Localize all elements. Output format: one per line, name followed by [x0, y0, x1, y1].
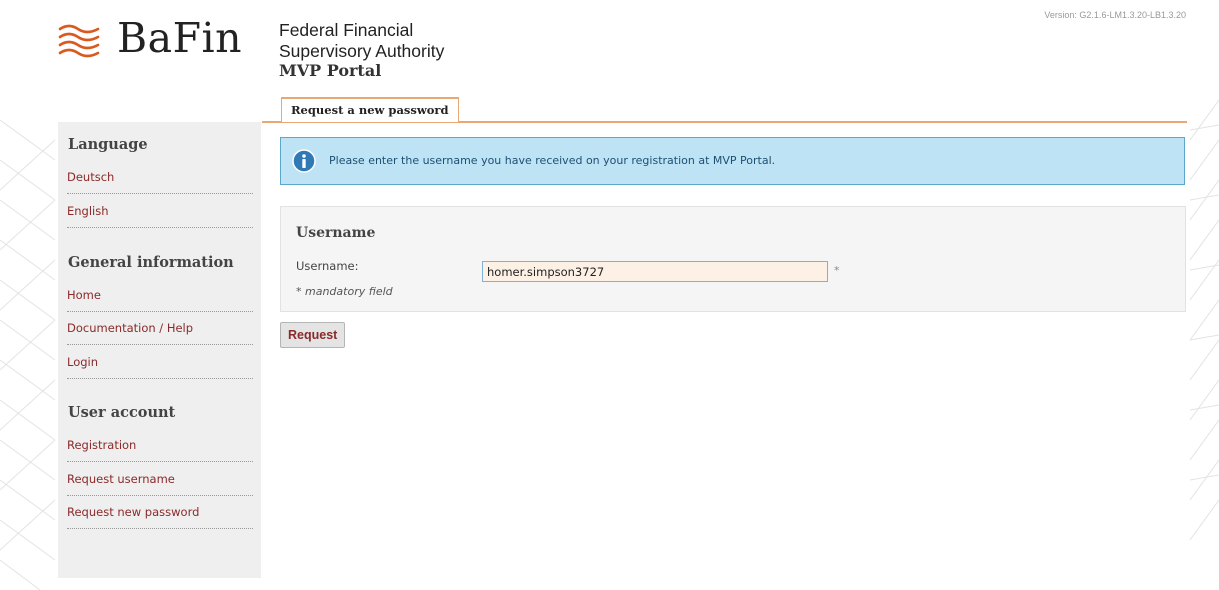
tab-bar: Request a new password [262, 97, 1187, 123]
org-name-line1: Federal Financial [279, 20, 414, 40]
org-name-line2: Supervisory Authority [279, 41, 445, 61]
required-marker: * [834, 264, 840, 277]
sidebar-heading-user-account: User account [68, 404, 176, 421]
info-icon [292, 149, 316, 173]
section-heading-username: Username [296, 225, 376, 241]
sidebar-item-documentation[interactable]: Documentation / Help [67, 321, 253, 345]
sidebar-item-deutsch[interactable]: Deutsch [67, 170, 253, 194]
sidebar-item-request-username[interactable]: Request username [67, 472, 253, 496]
bafin-logo: BaFin [57, 14, 247, 68]
sidebar-heading-general: General information [68, 254, 234, 271]
eagle-wave-icon [58, 24, 100, 58]
sidebar-item-english[interactable]: English [67, 204, 253, 228]
sidebar-item-request-new-password[interactable]: Request new password [67, 505, 253, 529]
info-text: Please enter the username you have recei… [329, 154, 776, 167]
version-label: Version: G2.1.6-LM1.3.20-LB1.3.20 [1044, 10, 1186, 20]
tab-request-new-password[interactable]: Request a new password [281, 97, 459, 122]
username-input[interactable] [482, 261, 828, 282]
username-label: Username: [296, 259, 359, 273]
sidebar-item-home[interactable]: Home [67, 288, 253, 312]
portal-title: MVP Portal [279, 61, 382, 80]
username-panel: Username Username: * * mandatory field [280, 206, 1186, 312]
sidebar-item-login[interactable]: Login [67, 355, 253, 379]
sidebar-item-registration[interactable]: Registration [67, 438, 253, 462]
sidebar: Language Deutsch English General informa… [58, 122, 261, 578]
info-message: Please enter the username you have recei… [280, 137, 1185, 185]
sidebar-heading-language: Language [68, 136, 148, 153]
logo-text: BaFin [117, 14, 243, 62]
request-button[interactable]: Request [280, 322, 346, 348]
mandatory-note: * mandatory field [296, 285, 393, 298]
